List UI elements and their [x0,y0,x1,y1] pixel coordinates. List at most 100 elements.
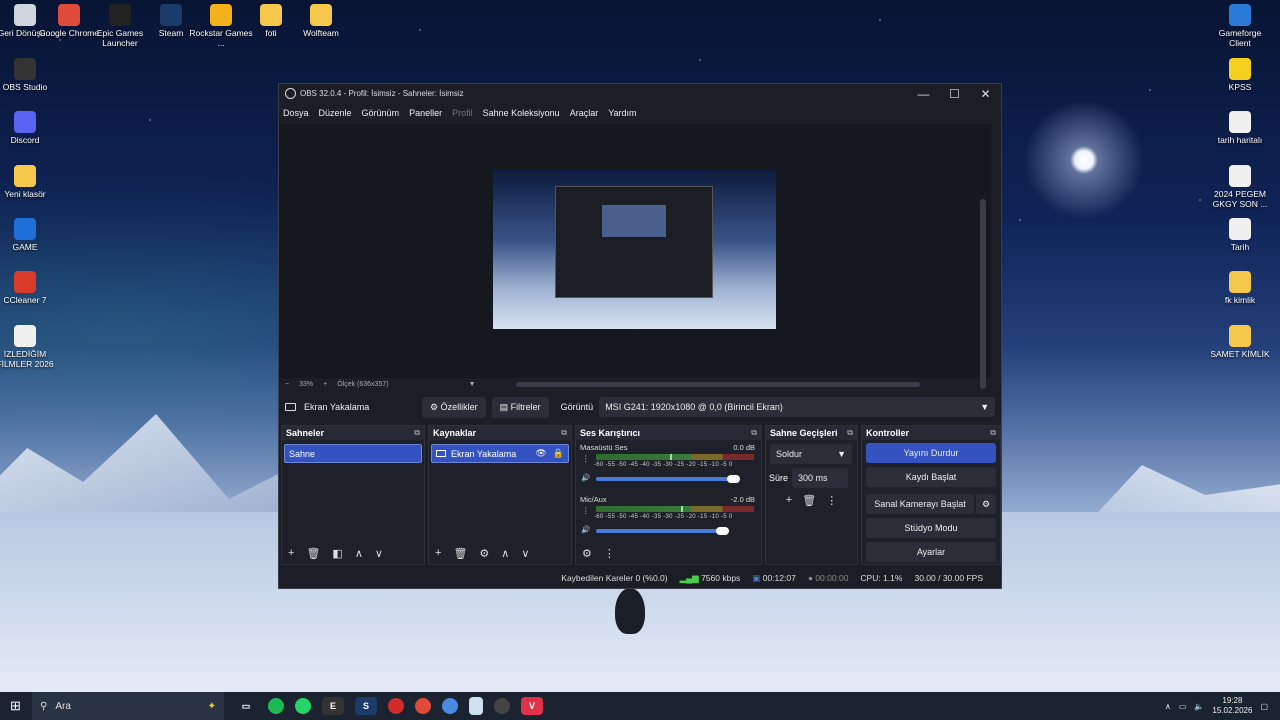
vivaldi-icon[interactable]: V [521,697,543,715]
virtual-camera-button[interactable]: Sanal Kamerayı Başlat [866,494,974,514]
desktop-icon[interactable]: KPSS [1208,58,1272,92]
clock-date: 15.02.2026 [1212,706,1253,715]
desktop-icon[interactable]: GAME [0,218,57,252]
menu-docks[interactable]: Paneller [409,108,442,118]
whatsapp-icon[interactable] [295,698,311,714]
add-icon[interactable]: + [786,494,792,507]
transition-menu-icon[interactable]: ⋮ [826,494,837,507]
undock-icon[interactable]: ⧉ [990,428,996,438]
scale-dropdown-icon[interactable]: ▼ [469,381,476,388]
chrome-icon[interactable] [415,698,431,714]
source-item[interactable]: Ekran Yakalama 👁 🔒 [431,444,569,463]
speaker-icon[interactable]: 🔊 [581,525,590,534]
undock-icon[interactable]: ⧉ [561,428,567,438]
display-select[interactable]: MSI G241: 1920x1080 @ 0,0 (Birincil Ekra… [599,397,996,417]
epic-games-icon[interactable]: E [322,697,344,715]
chevron-up-icon[interactable]: ∧ [1165,702,1171,711]
rec-app-icon[interactable] [388,698,404,714]
menu-file[interactable]: Dosya [283,108,309,118]
transition-select[interactable]: Soldur ▼ [770,444,852,464]
desktop-icon[interactable]: Gameforge Client [1208,4,1272,48]
title-bar[interactable]: OBS 32.0.4 - Profil: İsimsiz - Sahneler:… [279,84,1001,103]
scale-label[interactable]: Ölçek (636x357) [337,381,388,388]
menu-tools[interactable]: Araçlar [570,108,599,118]
filter-icon[interactable]: ◧ [332,547,342,560]
search-box[interactable]: ⚲ Ara ✦ [32,692,224,720]
settings-button[interactable]: Ayarlar [866,542,996,562]
trash-icon[interactable]: 🗑 [453,547,467,560]
volume-meter [596,454,754,460]
steam-icon[interactable]: S [355,697,377,715]
spotify-icon[interactable] [268,698,284,714]
zoom-out-button[interactable]: − [285,381,289,388]
obs-taskbar-icon[interactable] [494,698,510,714]
filters-button[interactable]: ▤ Filtreler [491,396,549,418]
trash-icon[interactable]: 🗑 [306,547,320,560]
desktop-icon[interactable]: OBS Studio [0,58,57,92]
ccleaner-icon [14,271,36,293]
preview-vertical-scrollbar[interactable] [980,199,986,389]
mixer-menu-icon[interactable]: ⋮ [604,547,615,560]
steam-icon [160,4,182,26]
move-up-icon[interactable]: ∧ [355,547,363,560]
volume-knob[interactable] [727,475,741,483]
desktop-icon-label: fk kimlik [1224,295,1256,305]
undock-icon[interactable]: ⧉ [751,428,757,438]
desktop-icon[interactable]: 2024 PEGEM GKGY SON ... [1208,165,1272,209]
channel-menu-icon[interactable]: ⋮ [582,506,590,515]
move-up-icon[interactable]: ∧ [501,547,509,560]
volume-slider[interactable] [596,477,734,481]
undock-icon[interactable]: ⧉ [847,428,853,438]
properties-button[interactable]: ⚙ Özellikler [422,396,486,418]
volume-icon[interactable]: 🔈 [1194,702,1204,711]
chrome-profile-icon[interactable] [442,698,458,714]
desktop-icon[interactable]: tarih haritalı [1208,111,1272,145]
menu-edit[interactable]: Düzenle [319,108,352,118]
desktop-icon[interactable]: Yeni klasör [0,165,57,199]
task-view-icon[interactable]: ▭ [235,697,257,715]
virtual-camera-settings-icon[interactable]: ⚙ [976,494,996,514]
studio-mode-button[interactable]: Stüdyo Modu [866,518,996,538]
lock-icon[interactable]: 🔒 [553,448,564,459]
eye-icon[interactable]: 👁 [535,448,546,459]
windows-start-icon[interactable]: ⊞ [10,698,21,714]
advanced-audio-icon[interactable]: ⚙ [582,547,592,560]
undock-icon[interactable]: ⧉ [414,428,420,438]
close-button[interactable]: ✕ [970,87,1001,101]
desktop-icon[interactable]: Tarih [1208,218,1272,252]
maximize-button[interactable]: ☐ [939,87,970,101]
menu-help[interactable]: Yardım [608,108,636,118]
notification-icon[interactable]: ▢ [1260,702,1268,711]
network-icon[interactable]: ▭ [1179,702,1187,711]
move-down-icon[interactable]: ∨ [375,547,383,560]
menu-profile[interactable]: Profil [452,108,473,118]
volume-knob[interactable] [716,527,729,535]
start-record-button[interactable]: Kaydı Başlat [866,467,996,487]
menu-view[interactable]: Görünüm [362,108,400,118]
clock[interactable]: 19:28 15.02.2026 [1212,696,1252,716]
stop-stream-button[interactable]: Yayını Durdur [866,443,996,463]
zoom-in-button[interactable]: + [323,381,327,388]
current-source-name: Ekran Yakalama [304,402,370,412]
add-icon[interactable]: + [288,547,294,560]
duration-input[interactable]: 300 ms [792,468,849,488]
volume-slider[interactable] [596,529,722,533]
trash-icon[interactable]: 🗑 [802,494,816,507]
gear-icon[interactable]: ⚙ [479,547,489,560]
scene-item[interactable]: Sahne [284,444,422,463]
desktop-icon[interactable]: Discord [0,111,57,145]
desktop-icon[interactable]: Wolfteam [289,4,353,38]
notepad-icon[interactable] [469,697,483,715]
menu-scene-collection[interactable]: Sahne Koleksiyonu [483,108,560,118]
desktop-icon[interactable]: fk kimlik [1208,271,1272,305]
desktop-icon[interactable]: İZLEDİĞİM FİLMLER 2026 [0,325,57,369]
preview-canvas[interactable] [279,124,991,389]
minimize-button[interactable]: — [908,87,939,101]
desktop-icon[interactable]: SAMET KİMLİK [1208,325,1272,359]
move-down-icon[interactable]: ∨ [521,547,529,560]
channel-menu-icon[interactable]: ⋮ [582,454,590,463]
preview-horizontal-scrollbar[interactable] [516,382,920,387]
speaker-icon[interactable]: 🔊 [581,473,590,482]
desktop-icon[interactable]: CCleaner 7 [0,271,57,305]
add-icon[interactable]: + [435,547,441,560]
